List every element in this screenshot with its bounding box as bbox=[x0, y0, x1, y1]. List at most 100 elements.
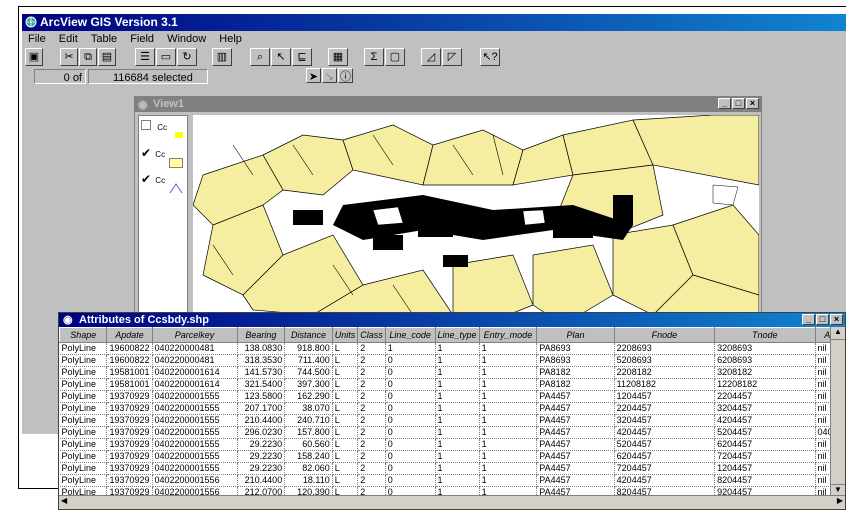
promote-button[interactable]: ▦ bbox=[328, 48, 348, 66]
table-row[interactable]: PolyLine 19370929 0402200001555 29.2230 82.0… bbox=[59, 462, 845, 475]
close-icon[interactable]: × bbox=[830, 314, 843, 325]
table-row[interactable]: PolyLine 19370929 0402200001555 207.1700 38.… bbox=[59, 402, 845, 415]
paste-button[interactable]: ▤ bbox=[98, 48, 116, 66]
table-row[interactable]: PolyLine 19600822 040220000481 138.0830 918.… bbox=[59, 342, 845, 355]
table-cell: 0 bbox=[385, 426, 436, 439]
table-cell: PolyLine bbox=[59, 414, 108, 427]
sort-desc-button[interactable]: ◸ bbox=[442, 48, 462, 66]
column-header[interactable]: Entry_mode bbox=[478, 327, 538, 343]
scroll-up-icon[interactable]: ▲ bbox=[831, 327, 845, 340]
chart-button[interactable]: ▥ bbox=[212, 48, 232, 66]
table-cell: PA4457 bbox=[536, 450, 615, 463]
table-cell: PA4457 bbox=[536, 474, 615, 487]
menu-field[interactable]: Field bbox=[130, 33, 154, 45]
column-header[interactable]: Units bbox=[331, 327, 359, 343]
close-icon[interactable]: × bbox=[746, 98, 759, 109]
column-header[interactable]: Parcelkey bbox=[151, 327, 238, 343]
view1-titlebar[interactable]: ◉ View1 _ □ × bbox=[135, 97, 761, 112]
column-header[interactable]: Distance bbox=[284, 327, 333, 343]
menu-help[interactable]: Help bbox=[219, 33, 242, 45]
column-header[interactable]: Plan bbox=[536, 327, 615, 343]
column-header[interactable]: Class bbox=[357, 327, 386, 343]
scroll-right-icon[interactable]: ▶ bbox=[837, 496, 843, 505]
map-canvas[interactable] bbox=[193, 115, 759, 325]
table-row[interactable]: PolyLine 19600822 040220000481 318.3530 711.… bbox=[59, 354, 845, 367]
table-cell: 82.060 bbox=[284, 462, 333, 475]
table-row[interactable]: PolyLine 19370929 0402200001555 210.4400 240… bbox=[59, 414, 845, 427]
help-button[interactable]: ↖? bbox=[480, 48, 500, 66]
column-header[interactable]: Line_code bbox=[384, 327, 436, 343]
table-cell: PolyLine bbox=[59, 450, 108, 463]
table-cell: 1 bbox=[479, 354, 538, 367]
table-row[interactable]: PolyLine 19581001 0402200001614 141.5730 744… bbox=[59, 366, 845, 379]
table-row[interactable]: PolyLine 19370929 0402200001556 210.4400 18.… bbox=[59, 474, 845, 487]
table-cell: 0402200001555 bbox=[152, 462, 238, 475]
table-cell: 4204457 bbox=[614, 426, 716, 439]
table-cell: 2 bbox=[357, 426, 386, 439]
menu-edit[interactable]: Edit bbox=[59, 33, 78, 45]
column-header[interactable]: Fnode bbox=[613, 327, 716, 343]
save-button[interactable]: ▣ bbox=[25, 48, 43, 66]
menu-window[interactable]: Window bbox=[167, 33, 206, 45]
table-cell: 3204457 bbox=[714, 402, 816, 415]
column-header[interactable]: Tnode bbox=[714, 327, 816, 343]
identify-tool-button[interactable]: ⓘ bbox=[338, 68, 353, 83]
toolbar: ▣ ✂ ⧉ ▤ ☰ ▭ ↻ ▥ ⌕ ↖ ⊑ ▦ Σ ▢ ◿ ◸ ↖? bbox=[22, 47, 846, 69]
table-cell: 1 bbox=[479, 378, 538, 391]
view1-window: ◉ View1 _ □ × Cc ✔ Cc ✔ Cc bbox=[134, 96, 762, 326]
find-button[interactable]: ⌕ bbox=[250, 48, 270, 66]
table-cell: 7204457 bbox=[614, 462, 716, 475]
attribute-grid[interactable]: Shape Apdate Parcelkey Bearing Distance Units… bbox=[59, 327, 845, 497]
vertex-tool-button[interactable]: ↘ bbox=[322, 68, 337, 83]
maximize-icon[interactable]: □ bbox=[816, 314, 829, 325]
vertical-scrollbar[interactable]: ▲ ▼ bbox=[830, 327, 845, 497]
table-row[interactable]: PolyLine 19370929 0402200001555 296.0230 157… bbox=[59, 426, 845, 439]
column-header[interactable]: Bearing bbox=[236, 327, 286, 343]
sort-button[interactable]: ⊑ bbox=[292, 48, 312, 66]
refresh-button[interactable]: ↻ bbox=[177, 48, 197, 66]
table-cell: 1 bbox=[479, 438, 538, 451]
query-button[interactable]: ↖ bbox=[271, 48, 291, 66]
table-row[interactable]: PolyLine 19370929 0402200001555 123.5800 162… bbox=[59, 390, 845, 403]
sum-button[interactable]: Σ bbox=[364, 48, 384, 66]
minimize-icon[interactable]: _ bbox=[718, 98, 731, 109]
copy-button[interactable]: ⧉ bbox=[79, 48, 97, 66]
table-cell: L bbox=[332, 474, 359, 487]
view1-window-controls: _ □ × bbox=[717, 98, 759, 110]
column-header[interactable]: Apdate bbox=[106, 327, 153, 343]
maximize-icon[interactable]: □ bbox=[732, 98, 745, 109]
menu-table[interactable]: Table bbox=[91, 33, 117, 45]
checkmark-icon[interactable]: ✔ bbox=[141, 146, 151, 160]
line-symbol-icon bbox=[169, 183, 183, 194]
toc-layer-2[interactable]: ✔ Cc bbox=[141, 146, 187, 168]
table-cell: 296.0230 bbox=[237, 426, 286, 439]
column-header[interactable]: Shape bbox=[59, 327, 108, 343]
sort-asc-button[interactable]: ◿ bbox=[421, 48, 441, 66]
minimize-icon[interactable]: _ bbox=[802, 314, 815, 325]
calc-button[interactable]: ▢ bbox=[385, 48, 405, 66]
toc-layer-3[interactable]: ✔ Cc bbox=[141, 172, 187, 194]
cut-button[interactable]: ✂ bbox=[60, 48, 78, 66]
table-cell: 1 bbox=[435, 414, 480, 427]
table-cell: 19370929 bbox=[106, 426, 153, 439]
table-cell: 1 bbox=[479, 426, 538, 439]
select-none-button[interactable]: ▭ bbox=[156, 48, 176, 66]
paste-icon: ▤ bbox=[101, 51, 113, 63]
attributes-titlebar[interactable]: ◉ Attributes of Ccsbdy.shp _ □ × bbox=[59, 313, 845, 327]
pointer-tool-button[interactable]: ➤ bbox=[306, 68, 321, 83]
layer-checkbox-unchecked[interactable] bbox=[141, 120, 151, 130]
horizontal-scrollbar[interactable]: ◀ ▶ bbox=[59, 495, 845, 509]
toc-layer-1[interactable]: Cc bbox=[141, 120, 187, 142]
table-row[interactable]: PolyLine 19581001 0402200001614 321.5400 397… bbox=[59, 378, 845, 391]
scroll-left-icon[interactable]: ◀ bbox=[61, 496, 67, 505]
table-row[interactable]: PolyLine 19370929 0402200001555 29.2230 158.… bbox=[59, 450, 845, 463]
checkmark-icon[interactable]: ✔ bbox=[141, 172, 151, 186]
menu-file[interactable]: File bbox=[28, 33, 46, 45]
arcview-globe-icon bbox=[25, 16, 37, 28]
select-all-button[interactable]: ☰ bbox=[135, 48, 155, 66]
refresh-icon: ↻ bbox=[182, 51, 192, 63]
table-cell: PA4457 bbox=[536, 402, 615, 415]
column-header[interactable]: Line_type bbox=[434, 327, 480, 343]
table-cell: 3208693 bbox=[714, 342, 816, 355]
table-row[interactable]: PolyLine 19370929 0402200001555 29.2230 60.5… bbox=[59, 438, 845, 451]
